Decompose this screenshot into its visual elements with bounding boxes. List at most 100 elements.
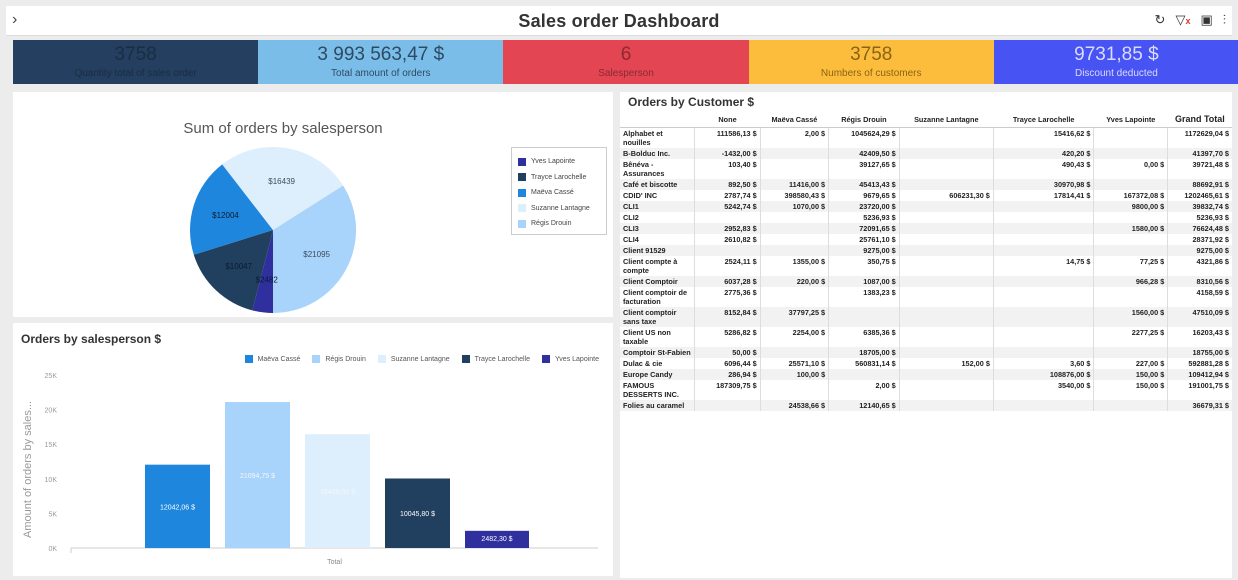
table-row[interactable]: Comptoir St-Fabien 50,00 $ 18705,00 $ 18755… (620, 346, 1232, 358)
amount-cell (1093, 233, 1169, 245)
customer-name-cell: Bênéva - Assurances (620, 158, 696, 179)
amount-cell: 14,75 $ (993, 255, 1095, 276)
table-row[interactable]: B-Bolduc Inc. -1432,00 $ 42409,50 $ 420,20 … (620, 147, 1232, 159)
amount-cell: 350,75 $ (828, 255, 900, 276)
column-header[interactable]: Yves Lapointe (1093, 112, 1168, 128)
amount-cell: 37797,25 $ (760, 306, 830, 327)
amount-cell (828, 306, 900, 327)
amount-cell (899, 178, 994, 190)
customer-name-cell: CLI3 (620, 222, 696, 234)
table-row[interactable]: Client 91529 9275,00 $ 9275,00 $ (620, 244, 1232, 256)
amount-cell: 167372,08 $ (1093, 189, 1169, 201)
pie-slice-label: $16439 (268, 177, 295, 186)
table-row[interactable]: CLI4 2610,82 $ 25761,10 $ 28371,92 $ (620, 233, 1232, 245)
table-row[interactable]: CLI2 5236,93 $ 5236,93 $ (620, 211, 1232, 223)
column-header[interactable] (620, 112, 695, 128)
amount-cell: 6385,36 $ (828, 326, 900, 347)
legend-item[interactable]: Trayce Larochelle (518, 170, 606, 186)
column-header[interactable]: Maëva Cassé (760, 112, 829, 128)
kpi-row: 3758 Quantity total of sales order 3 993 5… (13, 40, 1238, 84)
bar-data-label: 21094,75 $ (240, 473, 275, 480)
table-row[interactable]: Dulac & cie 6096,44 $25571,10 $560831,14 … (620, 357, 1232, 369)
amount-cell: 9679,65 $ (828, 189, 900, 201)
kpi-value: 6 (620, 44, 632, 65)
amount-cell (760, 222, 830, 234)
amount-cell: 5242,74 $ (694, 200, 761, 212)
amount-cell: 28371,92 $ (1192, 234, 1229, 244)
amount-cell: 100,00 $ (760, 368, 830, 380)
amount-cell (899, 399, 994, 411)
header-toolbar: ↻ ▽x ▣ ⫶ (1155, 13, 1226, 28)
orders-table: None Maëva Cassé Régis Drouin Suzanne Lanta… (620, 112, 1232, 411)
amount-cell: 1202465,61 $ (1184, 190, 1229, 200)
bar-chart-panel: Orders by salesperson $ Maëva Cassé Régis… (13, 323, 613, 576)
customer-name-cell: Client Comptoir (620, 275, 696, 287)
table-row[interactable]: Client comptoir sans taxe 8152,84 $37797,… (620, 306, 1232, 327)
legend-swatch (518, 157, 526, 166)
amount-cell: 4158,59 $ (1196, 287, 1229, 297)
table-row[interactable]: Client US non taxable 5286,82 $2254,00 $6… (620, 326, 1232, 347)
amount-cell: 2610,82 $ (694, 233, 761, 245)
amount-cell: 41397,70 $ (1167, 147, 1232, 159)
table-row[interactable]: Folies au caramel 24538,66 $12140,65 $ 366… (620, 399, 1232, 411)
amount-cell: 30970,98 $ (993, 178, 1095, 190)
bar-data-label: 12042,06 $ (160, 504, 195, 511)
amount-cell: 77,25 $ (1093, 255, 1169, 276)
amount-cell (993, 399, 1095, 411)
amount-cell: 8152,84 $ (694, 306, 761, 327)
table-row[interactable]: Alphabet et nouilles 111586,13 $2,00 $104… (620, 127, 1232, 148)
amount-cell (993, 286, 1095, 307)
legend-item[interactable]: Suzanne Lantagne (518, 201, 606, 217)
amount-cell: 1560,00 $ (1093, 306, 1169, 327)
amount-cell: 12140,65 $ (828, 399, 900, 411)
y-axis-title: Amount of orders by sales... (22, 401, 34, 538)
amount-cell: 42409,50 $ (828, 147, 900, 159)
amount-cell (694, 399, 761, 411)
kpi-value: 3758 (850, 44, 893, 65)
amount-cell (993, 275, 1095, 287)
clear-filter-icon[interactable]: ▽x (1175, 13, 1190, 28)
column-header[interactable]: Trayce Larochelle (993, 112, 1094, 128)
amount-cell (993, 244, 1095, 256)
amount-cell: 9275,00 $ (828, 244, 900, 256)
column-header[interactable]: Régis Drouin (828, 112, 900, 128)
amount-cell (899, 326, 994, 347)
refresh-icon[interactable]: ↻ (1155, 13, 1166, 28)
kpi-card: 6 Salesperson (503, 40, 749, 84)
legend-item[interactable]: Yves Lapointe (518, 154, 606, 170)
table-row[interactable]: CLI1 5242,74 $1070,00 $23720,00 $ 9800,00 … (620, 200, 1232, 212)
settings-sliders-icon[interactable]: ⫶ (1223, 13, 1226, 28)
customer-name-cell: Folies au caramel (620, 399, 696, 411)
amount-cell: 111586,13 $ (694, 127, 761, 148)
amount-cell: 17814,41 $ (993, 189, 1095, 201)
table-row[interactable]: Client comptoir de facturation 2775,36 $ 1… (620, 286, 1232, 307)
table-row[interactable]: Client compte à compte 2524,11 $1355,00 $… (620, 255, 1232, 276)
save-icon[interactable]: ▣ (1200, 13, 1212, 28)
x-axis-label: Total (327, 559, 342, 566)
table-row[interactable]: FAMOUS DESSERTS INC. 187309,75 $ 2,00 $ 354… (620, 379, 1232, 400)
legend-item[interactable]: Régis Drouin (518, 216, 606, 232)
amount-cell (828, 368, 900, 380)
table-row[interactable]: Bênéva - Assurances 103,40 $ 39127,65 $ 490… (620, 158, 1232, 179)
column-header[interactable]: Grand Total (1167, 112, 1232, 128)
amount-cell (760, 147, 830, 159)
column-header[interactable]: None (694, 112, 761, 128)
legend-label: Yves Lapointe (531, 158, 575, 166)
amount-cell: 18705,00 $ (828, 346, 900, 358)
table-row[interactable]: Client Comptoir 6037,28 $220,00 $1087,00 … (620, 275, 1232, 287)
table-row[interactable]: Europe Candy 286,94 $100,00 $108876,00 $1… (620, 368, 1232, 380)
kpi-label: Numbers of customers (820, 68, 922, 79)
legend-item[interactable]: Maëva Cassé (518, 185, 606, 201)
table-row[interactable]: CLI3 2952,83 $ 72091,65 $ 1580,00 $76624,48… (620, 222, 1232, 234)
amount-cell: 227,00 $ (1093, 357, 1169, 369)
amount-cell: 18755,00 $ (1167, 346, 1232, 358)
kpi-value: 9731,85 $ (1074, 44, 1159, 65)
amount-cell (760, 244, 830, 256)
column-header[interactable]: Suzanne Lantagne (899, 112, 994, 128)
amount-cell: 560831,14 $ (828, 357, 900, 369)
amount-cell: 8310,56 $ (1167, 275, 1232, 287)
table-row[interactable]: CDID' INC 2787,74 $398580,43 $9679,65 $60… (620, 189, 1232, 201)
amount-cell (1093, 346, 1169, 358)
table-row[interactable]: Café et biscotte 892,50 $11416,00 $45413,… (620, 178, 1232, 190)
amount-cell: 15416,62 $ (993, 127, 1095, 148)
